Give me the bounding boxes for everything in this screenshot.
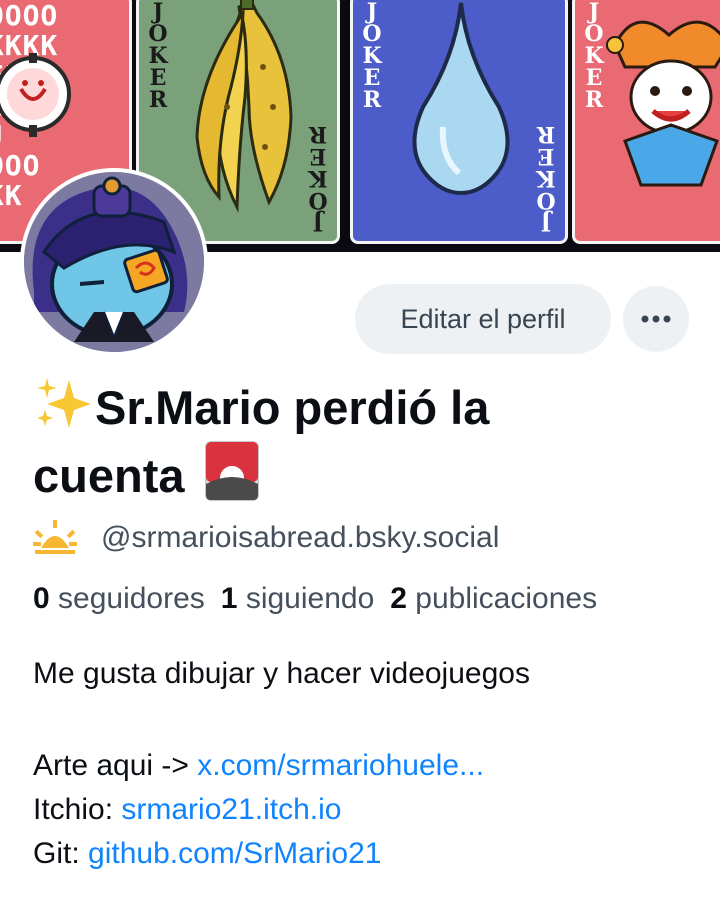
- display-name-line2: cuenta: [33, 449, 185, 502]
- following-label: siguiendo: [245, 582, 375, 615]
- card-label-top: JOKER: [148, 0, 168, 113]
- bio-itch-prefix: Itchio:: [33, 793, 122, 826]
- more-options-button[interactable]: [623, 286, 689, 352]
- sunrise-icon: [33, 520, 77, 554]
- banner-card-jester: JOKER: [572, 0, 720, 244]
- git-link[interactable]: github.com/SrMario21: [88, 837, 381, 870]
- followers-count: 0: [33, 582, 50, 615]
- banana-icon: [195, 0, 293, 213]
- bio-git-line: Git: github.com/SrMario21: [33, 832, 530, 876]
- following-stat[interactable]: 1 siguiendo: [221, 582, 374, 615]
- following-count: 1: [220, 582, 238, 615]
- card-label-top: JOKER: [362, 0, 382, 113]
- avatar-image: [24, 172, 204, 352]
- posts-count: 2: [390, 582, 407, 615]
- followers-label: seguidores: [58, 582, 205, 615]
- clock-face-icon: [0, 53, 71, 137]
- edit-profile-button[interactable]: Editar el perfil: [355, 284, 611, 354]
- itch-link[interactable]: srmario21.itch.io: [121, 793, 341, 826]
- bio-git-prefix: Git:: [33, 837, 89, 870]
- bio-line: Me gusta dibujar y hacer videojuegos: [33, 657, 530, 690]
- bio-art-prefix: Arte aqui ->: [33, 749, 198, 782]
- handle-row: @srmarioisabread.bsky.social: [33, 515, 499, 561]
- card-label-bottom: JOKER: [536, 121, 556, 235]
- profile-stats: 0 seguidores 1 siguiendo 2 publicaciones: [33, 582, 597, 616]
- bio-itch-line: Itchio: srmario21.itch.io: [33, 788, 530, 832]
- display-name-line1: Sr.Mario perdió la: [95, 381, 490, 434]
- bio-art-line: Arte aqui -> x.com/srmariohuele...: [33, 744, 530, 788]
- followers-stat[interactable]: 0 seguidores: [33, 582, 205, 615]
- posts-label: publicaciones: [415, 582, 598, 615]
- flower-playing-card-icon: [204, 441, 259, 501]
- posts-stat: 2 publicaciones: [390, 582, 597, 615]
- avatar-character-icon: [24, 172, 204, 352]
- sparkles-icon: [37, 378, 91, 428]
- profile-bio: Me gusta dibujar y hacer videojuegos Art…: [33, 652, 530, 876]
- avatar[interactable]: [20, 168, 208, 356]
- handle[interactable]: @srmarioisabread.bsky.social: [101, 521, 499, 555]
- art-link[interactable]: x.com/srmariohuele...: [197, 749, 484, 782]
- banner-card-drop: JOKER JOKER: [350, 0, 568, 244]
- water-drop-icon: [412, 2, 510, 196]
- display-name: Sr.Mario perdió la cuenta: [33, 376, 713, 508]
- jester-icon: [606, 20, 720, 187]
- ellipsis-icon: [641, 315, 671, 323]
- card-label-top: JOKER: [584, 0, 604, 113]
